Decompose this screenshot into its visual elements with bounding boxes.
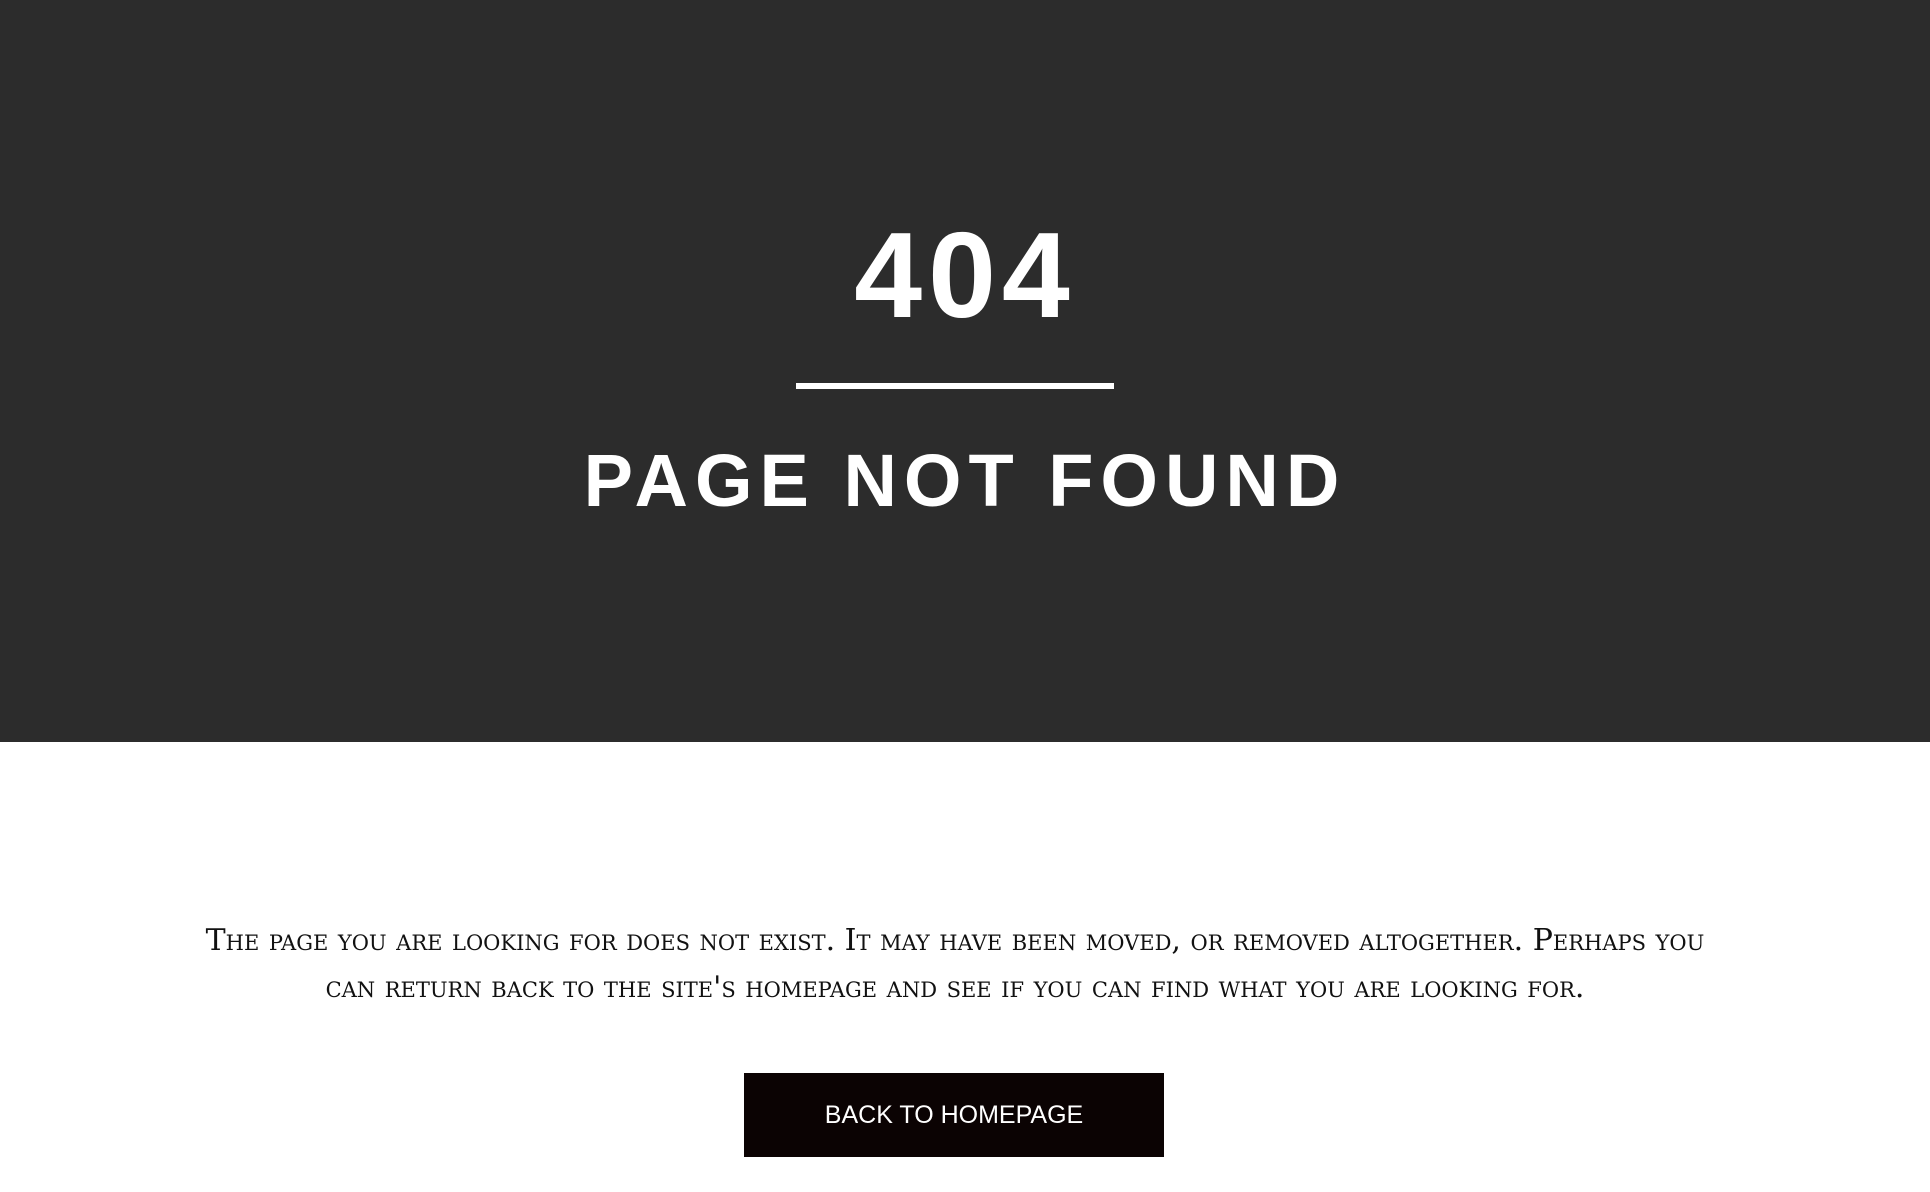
error-message: The page you are looking for does not ex… [205, 923, 1705, 1005]
hero-banner: 404 PAGE NOT FOUND [0, 0, 1930, 742]
error-code: 404 [854, 207, 1076, 343]
page-title: PAGE NOT FOUND [583, 439, 1347, 522]
divider-line [796, 383, 1114, 389]
back-to-homepage-button[interactable]: BACK TO HOMEPAGE [744, 1073, 1164, 1157]
